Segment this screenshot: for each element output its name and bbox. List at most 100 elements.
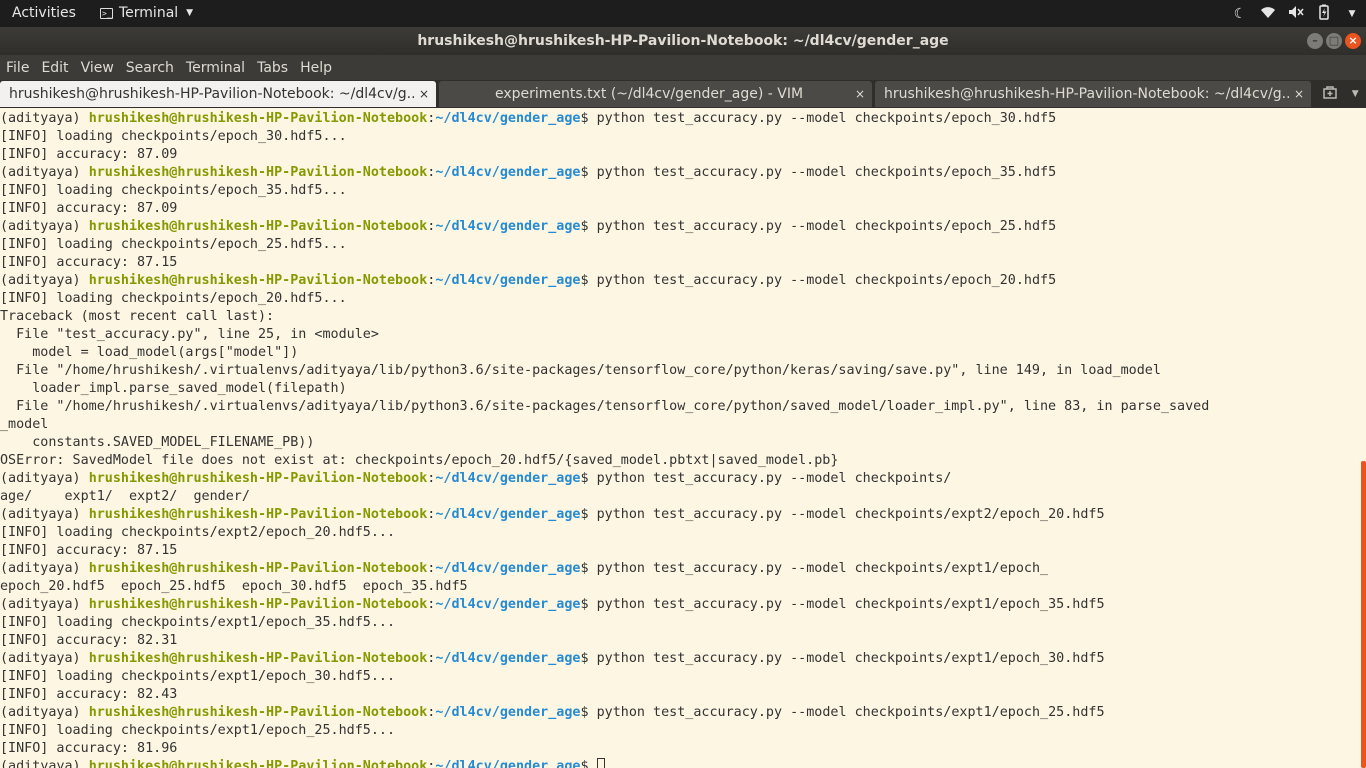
menu-tabs[interactable]: Tabs	[251, 60, 294, 76]
command-text: python test_accuracy.py --model checkpoi…	[596, 111, 1057, 126]
output-text: [INFO] loading checkpoints/epoch_30.hdf5…	[0, 129, 347, 144]
prompt-dollar: $	[580, 561, 597, 576]
output-text: [INFO] accuracy: 81.96	[0, 741, 178, 756]
terminal-output[interactable]: (adityaya) hrushikesh@hrushikesh-HP-Pavi…	[0, 110, 1358, 768]
terminal-icon: >_	[100, 7, 113, 19]
output-text: [INFO] accuracy: 82.43	[0, 687, 178, 702]
output-line: [INFO] loading checkpoints/epoch_20.hdf5…	[0, 290, 1358, 308]
prompt-env: (adityaya)	[0, 111, 89, 126]
output-line: [INFO] loading checkpoints/expt1/epoch_2…	[0, 722, 1358, 740]
prompt-line: (adityaya) hrushikesh@hrushikesh-HP-Pavi…	[0, 596, 1358, 614]
output-text: OSError: SavedModel file does not exist …	[0, 453, 839, 468]
tab-terminal-3[interactable]: hrushikesh@hrushikesh-HP-Pavilion-Notebo…	[875, 81, 1311, 107]
prompt-dollar: $	[580, 507, 597, 522]
prompt-user: hrushikesh@hrushikesh-HP-Pavilion-Notebo…	[88, 471, 428, 486]
prompt-path: ~/dl4cv/gender_age	[435, 507, 581, 522]
tab-close-icon[interactable]: ×	[855, 81, 865, 107]
prompt-line: (adityaya) hrushikesh@hrushikesh-HP-Pavi…	[0, 758, 1358, 768]
prompt-line: (adityaya) hrushikesh@hrushikesh-HP-Pavi…	[0, 560, 1358, 578]
tab-terminal-1[interactable]: hrushikesh@hrushikesh-HP-Pavilion-Notebo…	[0, 81, 436, 107]
output-line: [INFO] loading checkpoints/expt1/epoch_3…	[0, 668, 1358, 686]
output-line: [INFO] accuracy: 82.31	[0, 632, 1358, 650]
output-line: [INFO] loading checkpoints/expt2/epoch_2…	[0, 524, 1358, 542]
output-line: model = load_model(args["model"])	[0, 344, 1358, 362]
prompt-user: hrushikesh@hrushikesh-HP-Pavilion-Notebo…	[88, 273, 428, 288]
output-line: _model	[0, 416, 1358, 434]
output-line: epoch_20.hdf5 epoch_25.hdf5 epoch_30.hdf…	[0, 578, 1358, 596]
output-line: File "/home/hrushikesh/.virtualenvs/adit…	[0, 362, 1358, 380]
minimize-icon[interactable]: –	[1307, 33, 1323, 49]
tab-list-chevron-icon[interactable]: ▼	[1352, 89, 1359, 99]
command-text: python test_accuracy.py --model checkpoi…	[596, 507, 1105, 522]
app-menu[interactable]: >_ Terminal ▼	[100, 5, 193, 21]
prompt-path: ~/dl4cv/gender_age	[435, 705, 581, 720]
prompt-env: (adityaya)	[0, 507, 89, 522]
prompt-env: (adityaya)	[0, 219, 89, 234]
output-text: File "/home/hrushikesh/.virtualenvs/adit…	[0, 363, 1161, 378]
output-line: File "test_accuracy.py", line 25, in <mo…	[0, 326, 1358, 344]
menu-terminal[interactable]: Terminal	[180, 60, 251, 76]
menu-file[interactable]: File	[0, 60, 35, 76]
tab-vim[interactable]: experiments.txt (~/dl4cv/gender_age) - V…	[439, 81, 872, 107]
menu-view[interactable]: View	[75, 60, 120, 76]
prompt-user: hrushikesh@hrushikesh-HP-Pavilion-Notebo…	[88, 219, 428, 234]
chevron-down-icon: ▼	[186, 8, 194, 18]
wifi-icon[interactable]	[1254, 5, 1282, 23]
command-text: python test_accuracy.py --model checkpoi…	[596, 561, 1049, 576]
volume-muted-icon[interactable]	[1282, 5, 1310, 23]
output-text: model = load_model(args["model"])	[0, 345, 299, 360]
prompt-line: (adityaya) hrushikesh@hrushikesh-HP-Pavi…	[0, 164, 1358, 182]
window-title: hrushikesh@hrushikesh-HP-Pavilion-Notebo…	[417, 33, 949, 49]
activities-button[interactable]: Activities	[12, 5, 76, 21]
tab-bar: hrushikesh@hrushikesh-HP-Pavilion-Notebo…	[0, 80, 1366, 108]
prompt-env: (adityaya)	[0, 597, 89, 612]
maximize-icon[interactable]: □	[1326, 33, 1342, 49]
output-text: [INFO] loading checkpoints/epoch_20.hdf5…	[0, 291, 347, 306]
menu-search[interactable]: Search	[120, 60, 180, 76]
prompt-line: (adityaya) hrushikesh@hrushikesh-HP-Pavi…	[0, 704, 1358, 722]
window-titlebar[interactable]: hrushikesh@hrushikesh-HP-Pavilion-Notebo…	[0, 27, 1366, 55]
system-tray[interactable]: ☾ ▼	[1226, 0, 1366, 27]
output-line: [INFO] accuracy: 82.43	[0, 686, 1358, 704]
output-text: loader_impl.parse_saved_model(filepath)	[0, 381, 347, 396]
prompt-env: (adityaya)	[0, 759, 89, 768]
output-text: [INFO] loading checkpoints/expt1/epoch_3…	[0, 615, 396, 630]
tab-close-icon[interactable]: ×	[1294, 81, 1304, 107]
prompt-path: ~/dl4cv/gender_age	[435, 651, 581, 666]
prompt-user: hrushikesh@hrushikesh-HP-Pavilion-Notebo…	[88, 561, 428, 576]
output-line: [INFO] accuracy: 81.96	[0, 740, 1358, 758]
menu-edit[interactable]: Edit	[35, 60, 74, 76]
command-text: python test_accuracy.py --model checkpoi…	[596, 219, 1057, 234]
system-menu-caret-icon[interactable]: ▼	[1338, 9, 1366, 19]
battery-icon[interactable]	[1310, 4, 1338, 24]
output-line: File "/home/hrushikesh/.virtualenvs/adit…	[0, 398, 1358, 416]
prompt-user: hrushikesh@hrushikesh-HP-Pavilion-Notebo…	[88, 705, 428, 720]
prompt-dollar: $	[580, 759, 597, 768]
output-line: [INFO] loading checkpoints/epoch_30.hdf5…	[0, 128, 1358, 146]
output-text: epoch_20.hdf5 epoch_25.hdf5 epoch_30.hdf…	[0, 579, 468, 594]
scrollbar[interactable]	[1361, 461, 1366, 768]
prompt-dollar: $	[580, 165, 597, 180]
close-icon[interactable]: ×	[1345, 33, 1361, 49]
output-text: [INFO] accuracy: 87.09	[0, 201, 178, 216]
output-line: [INFO] accuracy: 87.09	[0, 146, 1358, 164]
prompt-dollar: $	[580, 597, 597, 612]
output-line: [INFO] accuracy: 87.15	[0, 254, 1358, 272]
prompt-dollar: $	[580, 471, 597, 486]
prompt-env: (adityaya)	[0, 651, 89, 666]
night-light-icon[interactable]: ☾	[1226, 6, 1254, 22]
output-text: Traceback (most recent call last):	[0, 309, 275, 324]
menu-help[interactable]: Help	[294, 60, 338, 76]
prompt-dollar: $	[580, 705, 597, 720]
new-tab-icon[interactable]	[1323, 85, 1338, 103]
output-line: [INFO] loading checkpoints/epoch_35.hdf5…	[0, 182, 1358, 200]
output-text: File "test_accuracy.py", line 25, in <mo…	[0, 327, 379, 342]
prompt-path: ~/dl4cv/gender_age	[435, 219, 581, 234]
command-text: python test_accuracy.py --model checkpoi…	[596, 705, 1105, 720]
output-line: Traceback (most recent call last):	[0, 308, 1358, 326]
tab-close-icon[interactable]: ×	[419, 81, 429, 107]
prompt-user: hrushikesh@hrushikesh-HP-Pavilion-Notebo…	[88, 759, 428, 768]
prompt-path: ~/dl4cv/gender_age	[435, 471, 581, 486]
output-text: [INFO] loading checkpoints/expt1/epoch_2…	[0, 723, 396, 738]
output-text: [INFO] accuracy: 87.09	[0, 147, 178, 162]
